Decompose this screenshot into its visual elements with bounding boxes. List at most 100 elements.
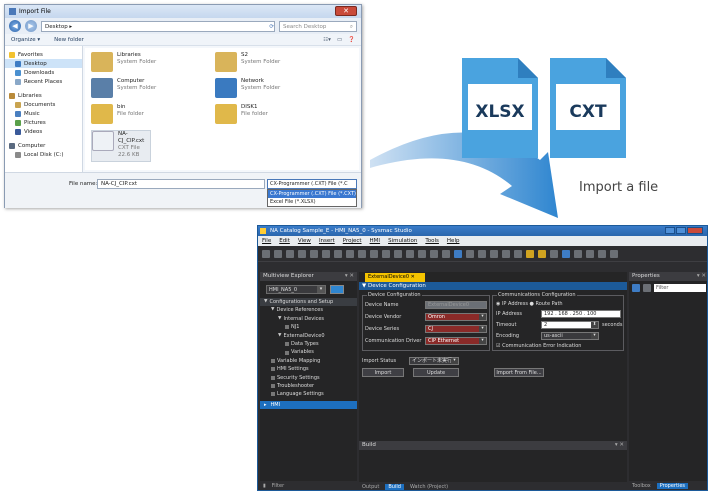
ip-address-radio[interactable]: ◉ IP Address ● Route Path <box>496 301 563 307</box>
import-from-file-button[interactable]: Import From File... <box>494 368 544 377</box>
menu-file[interactable]: File <box>262 236 271 246</box>
tab-watch[interactable]: Watch (Project) <box>410 484 448 490</box>
tree-item[interactable]: ▼ Internal Devices <box>260 315 357 323</box>
nav-item-pictures[interactable]: Pictures <box>5 118 82 127</box>
tree-item[interactable]: Variable Mapping <box>260 357 357 365</box>
toolbar-icon[interactable] <box>526 249 534 258</box>
address-bar[interactable]: Desktop ▸ ⟳ <box>41 20 275 32</box>
view-options-icon[interactable]: ☷▾ <box>323 37 331 43</box>
toolbar-icon[interactable] <box>358 249 366 258</box>
file-name-field[interactable]: NA-CJ_CIP.cxt <box>97 179 265 189</box>
explorer-filter[interactable]: Filter <box>272 483 284 489</box>
help-icon[interactable]: ❓ <box>348 37 355 43</box>
toolbar-icon[interactable] <box>394 249 402 258</box>
tree-item[interactable]: ▼ Configurations and Setup <box>260 298 357 307</box>
properties-filter[interactable]: Filter <box>654 284 706 292</box>
encoding-select[interactable]: us-ascii ▾ <box>541 332 599 340</box>
back-icon[interactable]: ◀ <box>9 20 21 32</box>
toolbar-icon[interactable] <box>502 249 510 258</box>
toolbar-icon[interactable] <box>298 249 306 258</box>
toolbar-icon[interactable] <box>286 249 294 258</box>
menu-edit[interactable]: Edit <box>279 236 290 246</box>
close-icon[interactable]: ✕ <box>335 6 357 16</box>
tree-item[interactable]: ▼ ExternalDevice0 <box>260 332 357 340</box>
nav-item-desktop[interactable]: Desktop <box>5 59 82 68</box>
toolbar-icon[interactable] <box>586 249 594 258</box>
toolbar-icon[interactable] <box>310 249 318 258</box>
nav-item-documents[interactable]: Documents <box>5 100 82 109</box>
menu-insert[interactable]: Insert <box>319 236 335 246</box>
toolbar-icon[interactable] <box>442 249 450 258</box>
file-item[interactable]: Network System Folder <box>215 78 335 104</box>
pin-icon[interactable]: ▾ ✕ <box>697 272 706 281</box>
file-type-option-cxt[interactable]: CX-Programmer (.CXT) File (*.CXT) <box>268 190 356 198</box>
nav-item-videos[interactable]: Videos <box>5 127 82 136</box>
file-item[interactable]: DISK1 File folder <box>215 104 335 130</box>
nav-item-computer[interactable]: Computer <box>5 141 82 150</box>
ip-address-field[interactable]: 192 . 168 . 250 . 100 <box>541 310 621 318</box>
menu-tools[interactable]: Tools <box>425 236 439 246</box>
file-type-select[interactable]: CX-Programmer (.CXT) File (*.C <box>267 179 357 189</box>
file-item[interactable]: Libraries System Folder <box>91 52 211 78</box>
toolbar-icon[interactable] <box>430 249 438 258</box>
toolbar-icon[interactable] <box>490 249 498 258</box>
import-button[interactable]: Import <box>362 368 404 377</box>
tree-item[interactable]: ▼ Device References <box>260 306 357 314</box>
device-series-select[interactable]: CJ ▾ <box>425 325 487 333</box>
close-icon[interactable] <box>687 227 703 234</box>
toolbar-icon[interactable] <box>538 249 546 258</box>
toolbar-icon[interactable] <box>466 249 474 258</box>
toolbar-icon[interactable] <box>562 249 570 258</box>
tree-item[interactable]: Variables <box>260 348 357 356</box>
tree-item[interactable]: HMI Settings <box>260 365 357 373</box>
toolbar-icon[interactable] <box>454 249 462 258</box>
minimize-icon[interactable] <box>665 227 675 234</box>
maximize-icon[interactable] <box>676 227 686 234</box>
file-item[interactable]: bin File folder <box>91 104 211 130</box>
tree-item-hmi[interactable]: ▸ HMI <box>260 400 357 410</box>
new-folder-button[interactable]: New folder <box>54 37 84 43</box>
device-vendor-select[interactable]: Omron ▾ <box>425 313 487 321</box>
toolbar-icon[interactable] <box>274 249 282 258</box>
tab-output[interactable]: Output <box>362 484 379 490</box>
tree-item[interactable]: Security Settings <box>260 374 357 382</box>
organize-button[interactable]: Organize ▾ <box>11 37 40 43</box>
menu-simulation[interactable]: Simulation <box>388 236 417 246</box>
device-combo[interactable]: HMI_NA5_0 ▾ <box>266 285 326 294</box>
pin-icon[interactable]: ▾ ✕ <box>615 441 624 450</box>
toolbar-icon[interactable] <box>262 249 270 258</box>
toolbar-icon[interactable] <box>370 249 378 258</box>
comm-driver-select[interactable]: CIP Ethernet ▾ <box>425 337 487 345</box>
toolbar-icon[interactable] <box>334 249 342 258</box>
tab-build[interactable]: Build <box>385 483 404 490</box>
timeout-stepper[interactable]: 2 ⬍ <box>541 321 599 329</box>
toolbar-icon[interactable] <box>550 249 558 258</box>
forward-icon[interactable]: ▶ <box>25 20 37 32</box>
tab-properties[interactable]: Properties <box>656 482 689 489</box>
refresh-icon[interactable]: ⟳ <box>269 22 274 31</box>
toolbar-icon[interactable] <box>610 249 618 258</box>
sort-icon[interactable] <box>643 284 651 292</box>
search-input[interactable]: Search Desktop ⌕ <box>279 20 357 32</box>
toolbar-icon[interactable] <box>514 249 522 258</box>
toolbar-icon[interactable] <box>406 249 414 258</box>
nav-item-recent-places[interactable]: Recent Places <box>5 77 82 86</box>
tree-item[interactable]: Data Types <box>260 340 357 348</box>
nav-item-libraries[interactable]: Libraries <box>5 91 82 100</box>
tree-item[interactable]: NJ1 <box>260 323 357 331</box>
nav-item-music[interactable]: Music <box>5 109 82 118</box>
tab-toolbox[interactable]: Toolbox <box>632 483 651 489</box>
menu-help[interactable]: Help <box>447 236 460 246</box>
tree-item[interactable]: Troubleshooter <box>260 382 357 390</box>
categorized-icon[interactable] <box>632 284 640 292</box>
file-type-option-xlsx[interactable]: Excel File (*.XLSX) <box>268 198 356 206</box>
nav-item-downloads[interactable]: Downloads <box>5 68 82 77</box>
toolbar-icon[interactable] <box>598 249 606 258</box>
toolbar-icon[interactable] <box>382 249 390 258</box>
tab-externaldevice0[interactable]: ExternalDevice0 ✕ <box>365 273 425 282</box>
pin-icon[interactable]: ▾ ✕ <box>345 272 354 281</box>
tree-item[interactable]: Language Settings <box>260 390 357 398</box>
nav-item-favorites[interactable]: Favorites <box>5 50 82 59</box>
update-button[interactable]: Update <box>413 368 459 377</box>
toolbar-icon[interactable] <box>478 249 486 258</box>
